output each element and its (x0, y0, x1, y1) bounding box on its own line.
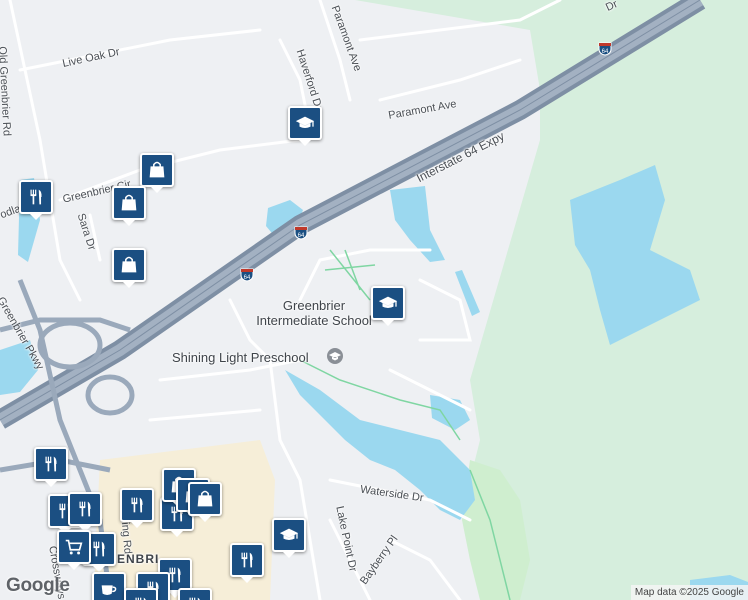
fork-knife-icon (30, 189, 42, 205)
svg-text:64: 64 (244, 275, 251, 281)
restaurant-marker[interactable] (34, 447, 68, 487)
interstate-shield: 64 (294, 226, 308, 240)
svg-text:64: 64 (298, 233, 305, 239)
graduation-cap-icon (378, 296, 398, 309)
school-icon[interactable] (326, 347, 344, 365)
restaurant-marker[interactable] (19, 180, 53, 220)
school-marker[interactable] (288, 106, 322, 146)
graduation-cap-icon (279, 528, 299, 541)
shopping-marker[interactable] (112, 186, 146, 226)
coffee-cup-icon (101, 585, 117, 595)
fork-knife-icon (45, 456, 57, 472)
shopping-bag-icon (121, 256, 137, 273)
fork-knife-icon (189, 597, 200, 600)
fork-knife-icon (79, 501, 91, 517)
google-logo: Google (6, 575, 70, 596)
shopping-bag-icon (197, 490, 213, 507)
fork-knife-icon (241, 552, 253, 568)
restaurant-marker[interactable] (120, 488, 154, 528)
restaurant-marker[interactable] (178, 588, 212, 600)
restaurant-marker[interactable] (124, 588, 158, 600)
shopping-cart-icon (65, 539, 83, 555)
restaurant-marker[interactable] (230, 543, 264, 583)
svg-text:64: 64 (602, 49, 609, 55)
shopping-marker[interactable] (112, 248, 146, 288)
fork-knife-icon (93, 541, 105, 557)
school-marker[interactable] (272, 518, 306, 558)
interstate-shield: 64 (240, 268, 254, 282)
fork-knife-icon (131, 497, 143, 513)
shopping-marker[interactable] (188, 482, 222, 522)
shopping-marker[interactable] (140, 153, 174, 193)
graduation-cap-icon (295, 116, 315, 129)
map-attribution[interactable]: Map data ©2025 Google (630, 585, 748, 600)
shopping-bag-icon (149, 161, 165, 178)
school-marker[interactable] (371, 286, 405, 326)
place-label-shining-light[interactable]: Shining Light Preschool (172, 350, 309, 365)
map-canvas[interactable]: Old Greenbrier Rd Live Oak Dr Haverford … (0, 0, 748, 600)
cart-marker[interactable] (57, 530, 91, 570)
cafe-marker[interactable] (92, 572, 126, 600)
shopping-bag-icon (121, 194, 137, 211)
pond-strip (455, 270, 480, 316)
place-label-greenbrier-intermediate[interactable]: Greenbrier Intermediate School (248, 298, 380, 328)
fork-knife-icon (135, 597, 146, 600)
restaurant-marker[interactable] (68, 492, 102, 532)
interstate-shield: 64 (598, 42, 612, 56)
